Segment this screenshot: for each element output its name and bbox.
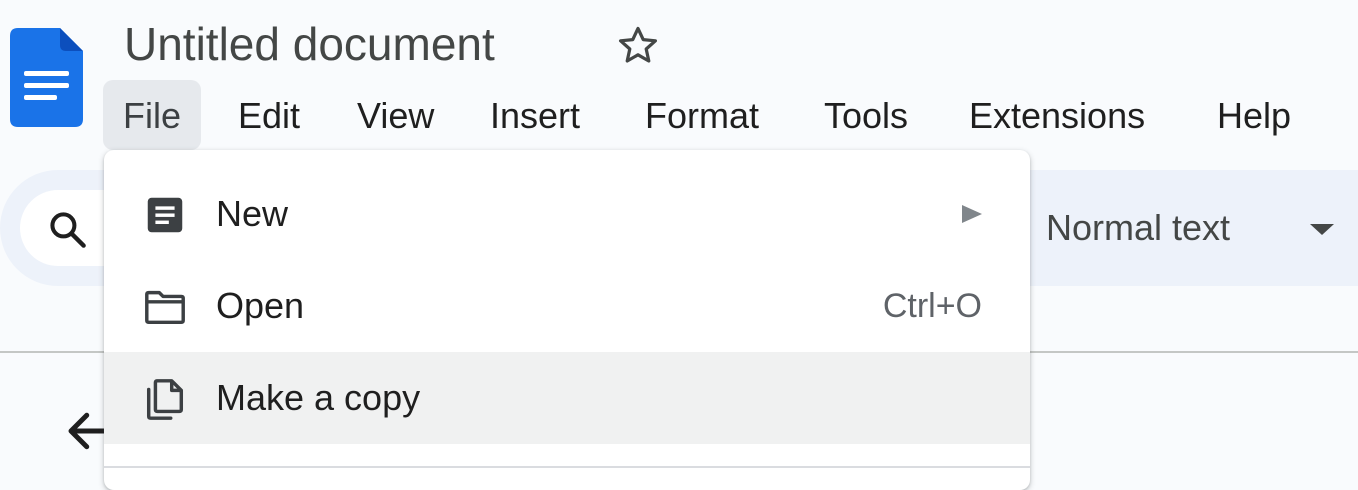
menu-tools[interactable]: Tools <box>804 80 928 150</box>
folder-icon <box>145 290 185 325</box>
file-menu-item-open[interactable]: Open Ctrl+O <box>104 260 1030 352</box>
new-document-icon <box>147 197 183 233</box>
search-icon <box>50 212 86 248</box>
google-docs-icon[interactable] <box>10 28 83 127</box>
submenu-arrow-icon <box>962 205 982 223</box>
file-menu-item-label: Open <box>216 285 305 326</box>
menu-edit[interactable]: Edit <box>218 80 320 150</box>
menu-view[interactable]: View <box>337 80 454 150</box>
file-menu-item-label: New <box>216 193 289 234</box>
file-menu-item-make-a-copy[interactable]: Make a copy <box>104 352 1030 444</box>
menu-file[interactable]: File <box>103 80 202 150</box>
chevron-down-icon[interactable] <box>1310 224 1334 235</box>
copy-icon <box>146 379 184 420</box>
document-title[interactable]: Untitled document <box>124 14 495 74</box>
menu-insert[interactable]: Insert <box>470 80 600 150</box>
menu-format[interactable]: Format <box>625 80 779 150</box>
file-menu: New Open Ctrl+O Make a copy <box>104 150 1030 490</box>
menu-separator <box>104 466 1030 468</box>
file-menu-item-label: Make a copy <box>216 377 421 418</box>
star-icon[interactable] <box>614 22 662 70</box>
file-menu-item-new[interactable]: New <box>104 168 1030 260</box>
menu-extensions[interactable]: Extensions <box>949 80 1165 150</box>
paragraph-style-select[interactable]: Normal text <box>1046 206 1230 250</box>
menu-help[interactable]: Help <box>1197 80 1311 150</box>
keyboard-shortcut: Ctrl+O <box>882 287 982 325</box>
